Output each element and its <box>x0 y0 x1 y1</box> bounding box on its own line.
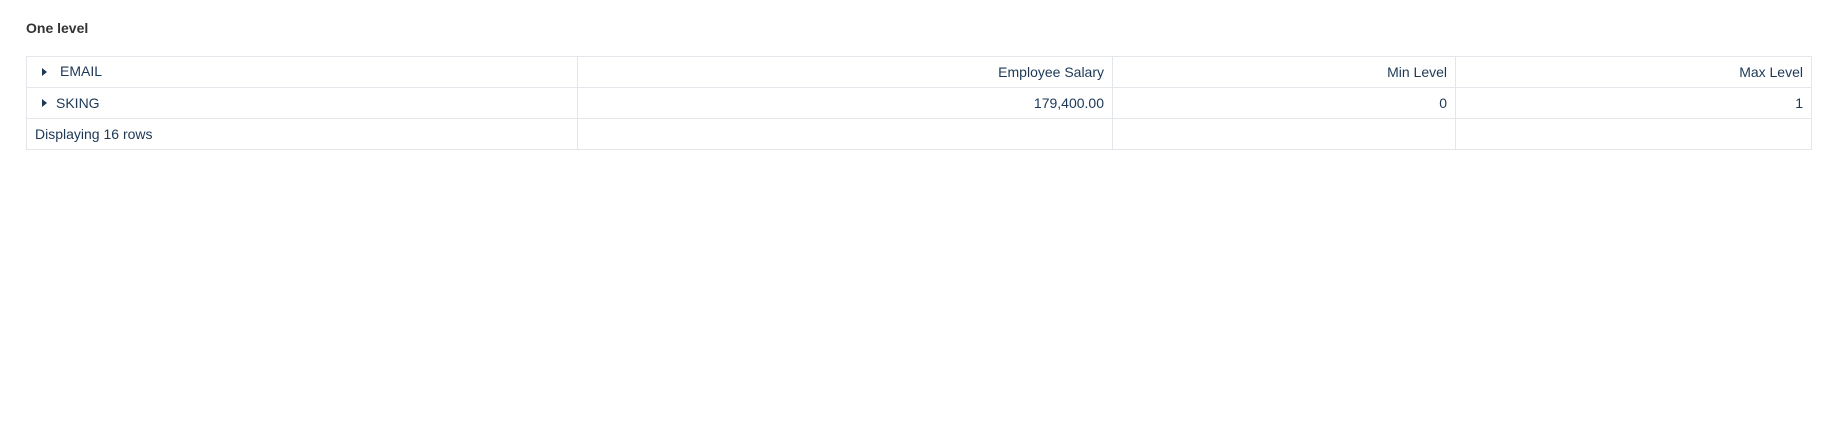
caret-right-icon[interactable] <box>42 68 47 76</box>
table-header-row: EMAIL Employee Salary Min Level Max Leve… <box>26 56 1812 88</box>
table-footer-row: Displaying 16 rows <box>26 118 1812 150</box>
group-cell[interactable]: SKING <box>26 87 578 119</box>
column-header-min-level[interactable]: Min Level <box>1112 56 1456 88</box>
column-header-max-level[interactable]: Max Level <box>1455 56 1812 88</box>
caret-right-icon[interactable] <box>42 99 47 107</box>
group-label: SKING <box>56 95 100 111</box>
table-row: SKING 179,400.00 0 1 <box>26 87 1812 119</box>
footer-empty-cell <box>1112 118 1456 150</box>
pivot-table: EMAIL Employee Salary Min Level Max Leve… <box>26 56 1812 150</box>
column-header-employee-salary[interactable]: Employee Salary <box>577 56 1113 88</box>
group-column-header[interactable]: EMAIL <box>26 56 578 88</box>
footer-empty-cell <box>577 118 1113 150</box>
section-title: One level <box>26 20 89 36</box>
group-column-label: EMAIL <box>60 63 103 79</box>
employee-salary-cell: 179,400.00 <box>577 87 1113 119</box>
row-count-footer: Displaying 16 rows <box>26 118 578 150</box>
min-level-cell: 0 <box>1112 87 1456 119</box>
footer-empty-cell <box>1455 118 1812 150</box>
max-level-cell: 1 <box>1455 87 1812 119</box>
